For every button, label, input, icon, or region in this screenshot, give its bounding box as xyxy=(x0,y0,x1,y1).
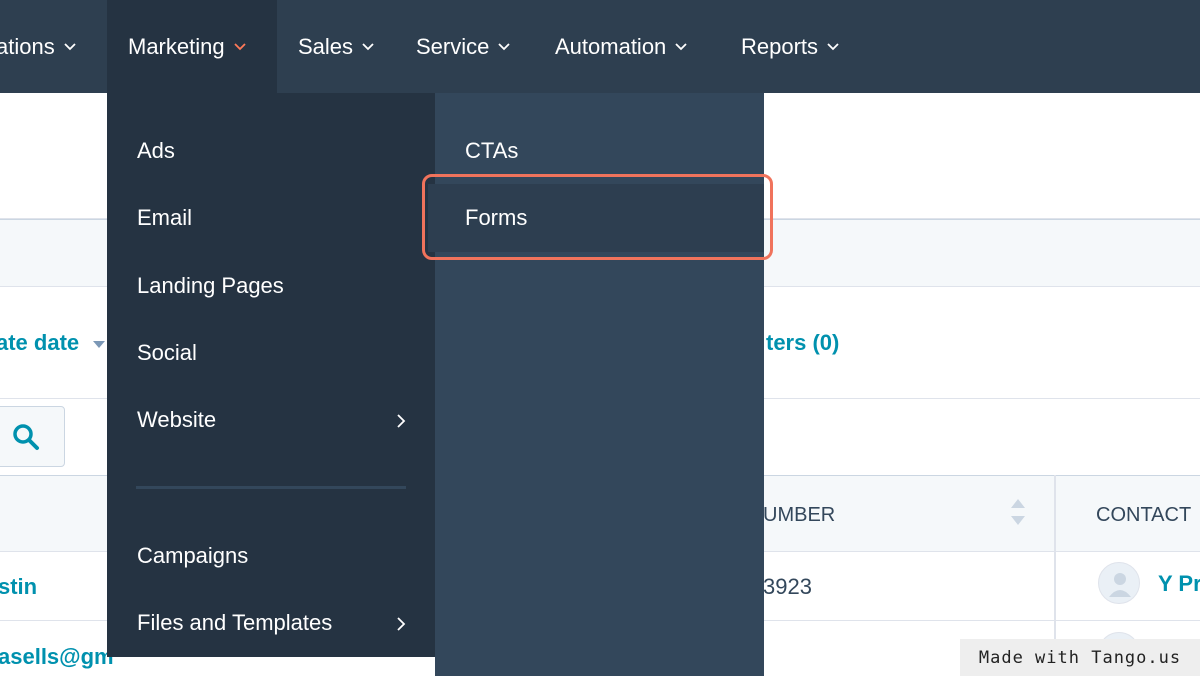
menu-item-email[interactable]: Email xyxy=(137,205,192,231)
row-contact-link[interactable]: Y Pr xyxy=(1158,571,1200,597)
chevron-right-icon xyxy=(397,617,406,631)
sort-label: ate date xyxy=(0,330,80,355)
menu-item-social[interactable]: Social xyxy=(137,340,197,366)
nav-label: Sales xyxy=(298,33,354,59)
tango-watermark: Made with Tango.us xyxy=(960,639,1200,676)
menu-item-website[interactable]: Website xyxy=(107,395,435,445)
nav-label: ations xyxy=(0,33,55,59)
nav-label: Service xyxy=(416,33,490,59)
row-number: 3923 xyxy=(763,574,812,599)
highlight-box xyxy=(422,174,773,260)
nav-label: Marketing xyxy=(128,33,225,59)
person-icon xyxy=(1109,573,1131,597)
chevron-right-icon xyxy=(397,414,406,428)
chevron-down-icon xyxy=(233,42,246,50)
chevron-down-icon xyxy=(362,42,374,50)
nav-item-marketing[interactable]: Marketing xyxy=(107,0,277,93)
column-header-contact[interactable]: CONTACT xyxy=(1096,504,1191,527)
caret-down-icon xyxy=(93,340,106,348)
nav-label: Reports xyxy=(741,33,819,59)
nav-item-service[interactable]: Service xyxy=(416,0,511,93)
menu-item-ctas[interactable]: CTAs xyxy=(465,138,518,164)
menu-item-label: Website xyxy=(137,407,217,432)
search-icon xyxy=(13,424,39,450)
advanced-filters-link[interactable]: ters (0) xyxy=(766,330,839,356)
sort-icon[interactable] xyxy=(1011,499,1025,525)
menu-item-label: Files and Templates xyxy=(137,610,333,635)
sort-dropdown[interactable]: ate date xyxy=(0,330,106,356)
top-nav: ations Marketing Sales Service Automatio… xyxy=(0,0,1200,93)
chevron-down-icon xyxy=(675,42,687,50)
avatar xyxy=(1098,562,1140,604)
search-button[interactable] xyxy=(0,406,65,467)
row-name-link[interactable]: stin xyxy=(0,574,37,600)
menu-item-files-and-templates[interactable]: Files and Templates xyxy=(107,598,435,648)
row-name-link[interactable]: asells@gm xyxy=(0,644,114,670)
menu-divider xyxy=(136,486,406,489)
menu-item-campaigns[interactable]: Campaigns xyxy=(137,543,248,569)
nav-item-sales[interactable]: Sales xyxy=(298,0,375,93)
nav-item-reports[interactable]: Reports xyxy=(741,0,840,93)
nav-item-automation[interactable]: Automation xyxy=(555,0,688,93)
column-header-number[interactable]: UMBER xyxy=(763,504,835,527)
chevron-down-icon xyxy=(827,42,839,50)
nav-item-conversations[interactable]: ations xyxy=(0,0,77,93)
menu-item-landing-pages[interactable]: Landing Pages xyxy=(137,273,284,299)
nav-label: Automation xyxy=(555,33,667,59)
chevron-down-icon xyxy=(64,42,76,50)
chevron-down-icon xyxy=(498,42,510,50)
menu-item-ads[interactable]: Ads xyxy=(137,138,175,164)
marketing-menu-primary: Ads Email Landing Pages Social Website C… xyxy=(107,93,435,657)
